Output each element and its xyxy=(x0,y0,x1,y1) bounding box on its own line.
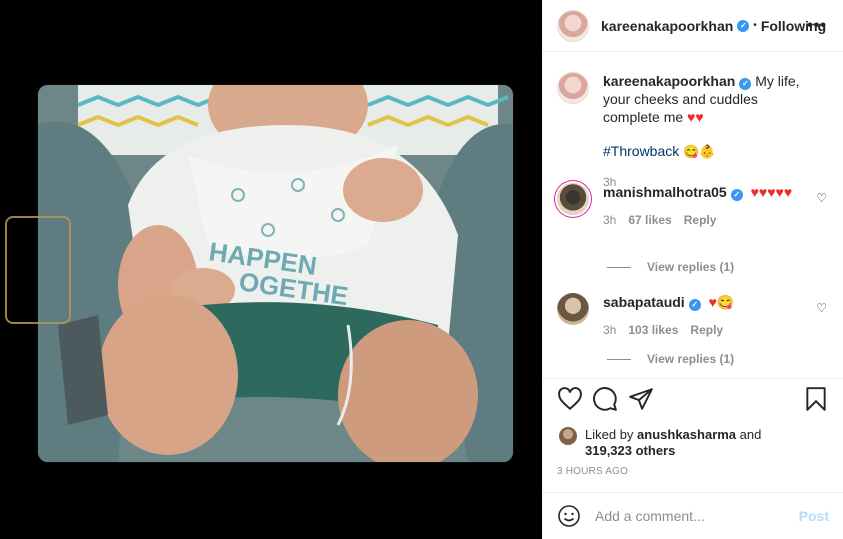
liker-username[interactable]: anushkasharma xyxy=(637,427,736,442)
comment-time[interactable]: 3h xyxy=(603,211,616,229)
view-replies-label: View replies (1) xyxy=(647,260,735,274)
verified-icon: ✓ xyxy=(737,19,750,32)
view-replies-button[interactable]: View replies (1) xyxy=(607,352,734,366)
film-frame-decoration xyxy=(5,216,71,324)
comment-likes[interactable]: 67 likes xyxy=(628,211,671,229)
heart-icon[interactable]: ♡ xyxy=(816,301,827,315)
header-separator: • xyxy=(753,20,757,31)
add-comment-bar: Post xyxy=(543,492,843,539)
verified-icon: ✓ xyxy=(739,78,752,90)
heart-icon[interactable]: ♡ xyxy=(816,191,827,205)
caption-username[interactable]: kareenakapoorkhan xyxy=(603,73,735,89)
comment-likes[interactable]: 103 likes xyxy=(628,321,678,339)
post-side-panel: kareenakapoorkhan ✓ • Following ••• kare… xyxy=(542,0,843,539)
comments-section: kareenakapoorkhan ✓ My life, your cheeks … xyxy=(543,52,843,379)
commenter-username[interactable]: manishmalhotra05 xyxy=(603,184,727,200)
comment-time[interactable]: 3h xyxy=(603,321,616,339)
verified-icon: ✓ xyxy=(688,299,701,311)
comment-item: sabapataudi ✓ ♥😋 3h 103 likes Reply ♡ xyxy=(557,293,829,339)
caption: kareenakapoorkhan ✓ My life, your cheeks … xyxy=(557,72,829,191)
likes-summary: Liked by anushkasharma and 319,323 other… xyxy=(559,427,761,459)
comment-item: manishmalhotra05 ✓ ♥♥♥♥♥ 3h 67 likes Repl… xyxy=(557,183,829,229)
more-icon[interactable]: ••• xyxy=(807,17,827,35)
post-comment-button[interactable]: Post xyxy=(799,508,829,524)
reply-button[interactable]: Reply xyxy=(684,211,717,229)
caption-avatar[interactable] xyxy=(557,72,589,104)
heart-icon[interactable] xyxy=(557,386,583,412)
reply-button[interactable]: Reply xyxy=(690,321,723,339)
verified-icon: ✓ xyxy=(730,189,743,201)
hashtag-emoji: 😋👶 xyxy=(683,144,716,159)
likes-others[interactable]: 319,323 others xyxy=(585,443,675,458)
post-photo[interactable]: HAPPEN OGETHE xyxy=(38,85,513,462)
share-icon[interactable] xyxy=(628,386,654,412)
likes-conj: and xyxy=(739,427,762,442)
caption-emoji: ♥♥ xyxy=(687,109,704,125)
post-media[interactable]: HAPPEN OGETHE xyxy=(0,0,542,539)
post-header: kareenakapoorkhan ✓ • Following ••• xyxy=(543,0,843,52)
author-username[interactable]: kareenakapoorkhan xyxy=(601,18,733,34)
commenter-username[interactable]: sabapataudi xyxy=(603,294,685,310)
action-bar xyxy=(557,386,829,416)
comment-icon[interactable] xyxy=(592,386,618,412)
likes-prefix: Liked by xyxy=(585,427,634,442)
emoji-icon[interactable] xyxy=(557,504,581,528)
replies-divider xyxy=(607,358,631,360)
liker-avatar[interactable] xyxy=(559,427,577,445)
comment-input[interactable] xyxy=(595,508,795,524)
commenter-avatar[interactable] xyxy=(557,183,589,215)
post-timestamp[interactable]: 3 HOURS AGO xyxy=(557,466,628,477)
comment-text: ♥♥♥♥♥ xyxy=(750,184,793,200)
comment-text: ♥😋 xyxy=(708,294,735,310)
replies-divider xyxy=(607,266,631,268)
save-icon[interactable] xyxy=(803,386,829,412)
author-avatar[interactable] xyxy=(557,9,589,42)
hashtag-link[interactable]: #Throwback xyxy=(603,143,679,159)
commenter-avatar[interactable] xyxy=(557,293,589,325)
view-replies-button[interactable]: View replies (1) xyxy=(607,260,734,274)
view-replies-label: View replies (1) xyxy=(647,352,735,366)
